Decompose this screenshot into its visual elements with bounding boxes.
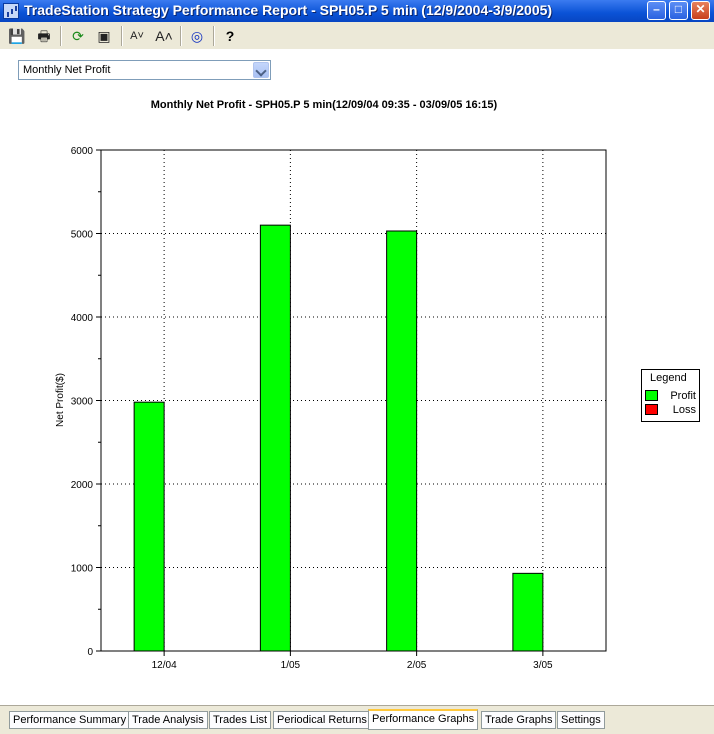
tab-periodical-returns[interactable]: Periodical Returns bbox=[273, 711, 371, 729]
tab-trade-analysis[interactable]: Trade Analysis bbox=[128, 711, 208, 729]
print-icon[interactable]: 🖶 bbox=[34, 26, 54, 46]
tab-trades-list[interactable]: Trades List bbox=[209, 711, 272, 729]
window-title: TradeStation Strategy Performance Report… bbox=[24, 2, 553, 18]
title-bar: TradeStation Strategy Performance Report… bbox=[0, 0, 714, 22]
graph-type-select[interactable]: Monthly Net Profit bbox=[18, 60, 271, 80]
save-icon[interactable]: 💾 bbox=[7, 26, 27, 46]
minimize-button[interactable]: – bbox=[647, 1, 666, 20]
app-icon bbox=[3, 3, 19, 19]
report-tabs: Performance Summary Trade Analysis Trade… bbox=[0, 705, 714, 734]
toolbar: 💾 🖶 ⟳ ▣ A˅ A˄ ◎ ? bbox=[0, 22, 714, 50]
refresh-icon[interactable]: ⟳ bbox=[68, 26, 88, 46]
toolbar-separator bbox=[121, 26, 123, 46]
increase-font-icon[interactable]: A˄ bbox=[154, 26, 174, 46]
toolbar-separator bbox=[213, 26, 215, 46]
graph-panel bbox=[0, 50, 714, 705]
decrease-font-icon[interactable]: A˅ bbox=[127, 26, 147, 46]
legend-profit-swatch bbox=[645, 390, 658, 401]
graph-type-value: Monthly Net Profit bbox=[23, 64, 111, 76]
legend-loss-swatch bbox=[645, 404, 658, 415]
toolbar-separator bbox=[60, 26, 62, 46]
properties-icon[interactable]: ▣ bbox=[94, 26, 114, 46]
chevron-down-icon[interactable] bbox=[253, 62, 269, 78]
close-button[interactable]: ✕ bbox=[691, 1, 710, 20]
tab-performance-graphs[interactable]: Performance Graphs bbox=[368, 709, 479, 730]
tab-trade-graphs[interactable]: Trade Graphs bbox=[481, 711, 557, 729]
legend: Legend Profit Loss bbox=[641, 369, 700, 422]
legend-loss-label: Loss bbox=[672, 404, 696, 416]
target-icon[interactable]: ◎ bbox=[187, 26, 207, 46]
legend-title: Legend bbox=[650, 372, 687, 384]
tab-settings[interactable]: Settings bbox=[557, 711, 605, 729]
help-icon[interactable]: ? bbox=[220, 26, 240, 46]
legend-profit-label: Profit bbox=[670, 390, 696, 402]
toolbar-separator bbox=[180, 26, 182, 46]
tab-performance-summary[interactable]: Performance Summary bbox=[9, 711, 131, 729]
maximize-button[interactable]: □ bbox=[669, 1, 688, 20]
